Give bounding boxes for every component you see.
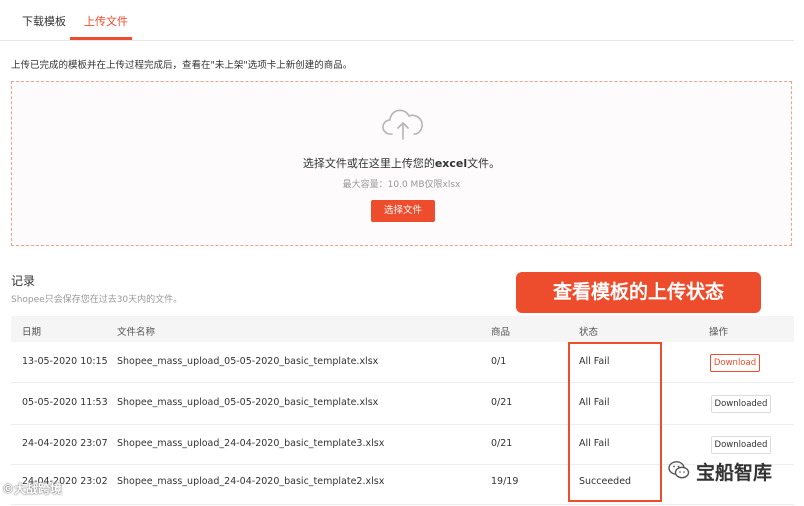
row-filename: Shopee_mass_upload_05-05-2020_basic_temp…: [117, 397, 379, 408]
table-row: 24-04-2020 23:07 Shopee_mass_upload_24-0…: [11, 424, 794, 465]
dropzone-size-limit: 最大容量：10.0 MB仅限xlsx: [342, 180, 461, 190]
download-button[interactable]: Download: [710, 354, 760, 372]
downloaded-button[interactable]: Downloaded: [711, 395, 771, 413]
dropzone-text-bold: excel: [434, 157, 468, 170]
dropzone-main-text: 选择文件或在这里上传您的excel文件。: [12, 155, 791, 171]
column-header-action: 操作: [709, 327, 729, 338]
upload-status-callout: 查看模板的上传状态: [516, 272, 761, 313]
table-row: 13-05-2020 10:15 Shopee_mass_upload_05-0…: [11, 342, 794, 383]
dropzone-text-pre: 选择文件或在这里上传您的: [302, 157, 435, 170]
row-filename: Shopee_mass_upload_24-04-2020_basic_temp…: [117, 438, 385, 449]
table-header: 日期 文件名称 商品 状态 操作: [11, 316, 794, 342]
tab-download-template[interactable]: 下载模板: [22, 13, 66, 29]
status-highlight-box: [568, 342, 662, 502]
row-filename: Shopee_mass_upload_05-05-2020_basic_temp…: [117, 356, 379, 367]
records-title: 记录: [11, 274, 36, 288]
records-subtitle: Shopee只会保存您在过去30天内的文件。: [11, 295, 183, 305]
watermark-left: ©大战跨境: [2, 482, 63, 496]
table-row: 05-05-2020 11:53 Shopee_mass_upload_05-0…: [11, 382, 794, 425]
row-date: 13-05-2020 10:15: [22, 356, 108, 367]
dropzone-text-post: 文件。: [467, 157, 501, 170]
tab-bar: 下载模板 上传文件: [0, 0, 794, 41]
active-tab-indicator: [70, 37, 132, 40]
wechat-icon: [668, 461, 690, 479]
row-products: 0/21: [491, 438, 513, 449]
row-date: 05-05-2020 11:53: [22, 397, 108, 408]
column-header-status: 状态: [579, 327, 599, 338]
select-file-button[interactable]: 选择文件: [371, 200, 435, 222]
column-header-date: 日期: [22, 327, 42, 338]
row-date: 24-04-2020 23:07: [22, 438, 108, 449]
row-products: 0/1: [491, 356, 507, 367]
tab-upload-file[interactable]: 上传文件: [84, 13, 128, 29]
row-filename: Shopee_mass_upload_24-04-2020_basic_temp…: [117, 476, 385, 487]
column-header-products: 商品: [491, 327, 511, 338]
row-products: 0/21: [491, 397, 513, 408]
upload-instructions: 上传已完成的模板并在上传过程完成后，查看在"未上架"选项卡上新创建的商品。: [11, 60, 353, 71]
file-dropzone[interactable]: 选择文件或在这里上传您的excel文件。 最大容量：10.0 MB仅限xlsx …: [11, 81, 792, 246]
cloud-upload-icon: [382, 109, 423, 140]
row-products: 19/19: [491, 476, 519, 487]
watermark-right-text: 宝船智库: [696, 462, 773, 484]
downloaded-button[interactable]: Downloaded: [711, 436, 771, 454]
column-header-filename: 文件名称: [117, 327, 156, 338]
